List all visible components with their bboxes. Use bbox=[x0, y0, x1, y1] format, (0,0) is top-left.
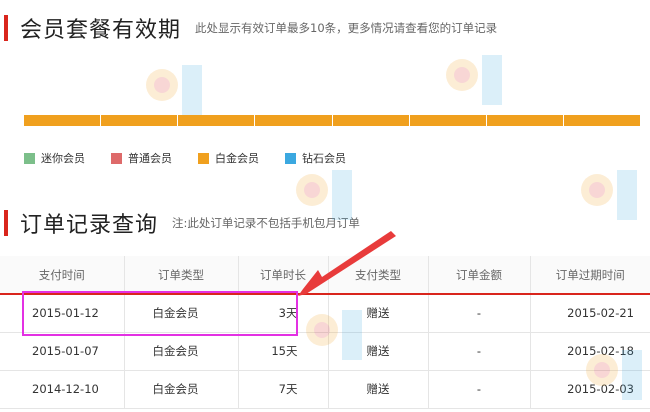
orders-table: 支付时间 订单类型 订单时长 支付类型 订单金额 订单过期时间 2015-01-… bbox=[0, 256, 650, 409]
order-duration-cell: 7天 bbox=[238, 370, 329, 409]
watermark-icon bbox=[581, 170, 637, 220]
order-duration-cell: 3天 bbox=[238, 294, 329, 333]
watermark-icon bbox=[446, 55, 502, 105]
membership-title: 会员套餐有效期 bbox=[20, 18, 182, 43]
timeline-segment bbox=[563, 115, 640, 126]
legend-swatch bbox=[285, 152, 296, 164]
order-type-cell: 白金会员 bbox=[124, 332, 239, 371]
legend-label: 普通会员 bbox=[128, 152, 172, 165]
table-header-row: 支付时间 订单类型 订单时长 支付类型 订单金额 订单过期时间 bbox=[0, 256, 650, 295]
legend-swatch bbox=[111, 152, 122, 164]
orders-title: 订单记录查询 bbox=[20, 213, 159, 238]
column-header: 支付类型 bbox=[328, 256, 429, 295]
section-marker bbox=[4, 210, 8, 236]
legend-item: 普通会员 bbox=[111, 150, 172, 166]
timeline-segment bbox=[486, 115, 564, 126]
column-header: 订单时长 bbox=[238, 256, 329, 295]
pay-type-cell: 赠送 bbox=[328, 294, 429, 333]
table-row: 2015-01-12 白金会员 3天 赠送 - 2015-02-21 bbox=[0, 294, 650, 333]
timeline-segment bbox=[409, 115, 487, 126]
column-header: 订单金额 bbox=[428, 256, 531, 295]
timeline-segment bbox=[101, 115, 179, 126]
legend-item: 迷你会员 bbox=[24, 150, 85, 166]
order-type-cell: 白金会员 bbox=[124, 370, 239, 409]
legend-label: 白金会员 bbox=[215, 152, 259, 165]
pay-type-cell: 赠送 bbox=[328, 332, 429, 371]
timeline-segment bbox=[24, 115, 102, 126]
membership-header: 会员套餐有效期 此处显示有效订单最多10条，更多情况请查看您的订单记录 bbox=[0, 8, 497, 48]
pay-time-cell: 2015-01-07 bbox=[0, 332, 125, 371]
membership-timeline bbox=[24, 115, 640, 126]
orders-header: 订单记录查询 注:此处订单记录不包括手机包月订单 bbox=[0, 203, 360, 243]
order-amount-cell: - bbox=[428, 294, 531, 333]
timeline-segment bbox=[178, 115, 256, 126]
legend-swatch bbox=[24, 152, 35, 164]
expiry-cell: 2015-02-21 bbox=[530, 294, 650, 333]
orders-note: 注:此处订单记录不包括手机包月订单 bbox=[172, 216, 360, 230]
timeline-segment bbox=[255, 115, 333, 126]
column-header: 订单过期时间 bbox=[530, 256, 650, 295]
order-amount-cell: - bbox=[428, 370, 531, 409]
column-header: 支付时间 bbox=[0, 256, 125, 295]
expiry-cell: 2015-02-03 bbox=[530, 370, 650, 409]
legend-label: 迷你会员 bbox=[41, 152, 85, 165]
legend-item: 白金会员 bbox=[198, 150, 259, 166]
section-marker bbox=[4, 15, 8, 41]
legend-item: 钻石会员 bbox=[285, 150, 346, 166]
membership-note: 此处显示有效订单最多10条，更多情况请查看您的订单记录 bbox=[195, 21, 498, 35]
pay-type-cell: 赠送 bbox=[328, 370, 429, 409]
timeline-segment bbox=[332, 115, 410, 126]
legend-label: 钻石会员 bbox=[302, 152, 346, 165]
pay-time-cell: 2014-12-10 bbox=[0, 370, 125, 409]
expiry-cell: 2015-02-18 bbox=[530, 332, 650, 371]
membership-legend: 迷你会员 普通会员 白金会员 钻石会员 bbox=[24, 150, 372, 166]
order-type-cell: 白金会员 bbox=[124, 294, 239, 333]
legend-swatch bbox=[198, 152, 209, 164]
order-amount-cell: - bbox=[428, 332, 531, 371]
table-row: 2015-01-07 白金会员 15天 赠送 - 2015-02-18 bbox=[0, 332, 650, 371]
table-row: 2014-12-10 白金会员 7天 赠送 - 2015-02-03 bbox=[0, 370, 650, 409]
pay-time-cell: 2015-01-12 bbox=[0, 294, 125, 333]
column-header: 订单类型 bbox=[124, 256, 239, 295]
order-duration-cell: 15天 bbox=[238, 332, 329, 371]
